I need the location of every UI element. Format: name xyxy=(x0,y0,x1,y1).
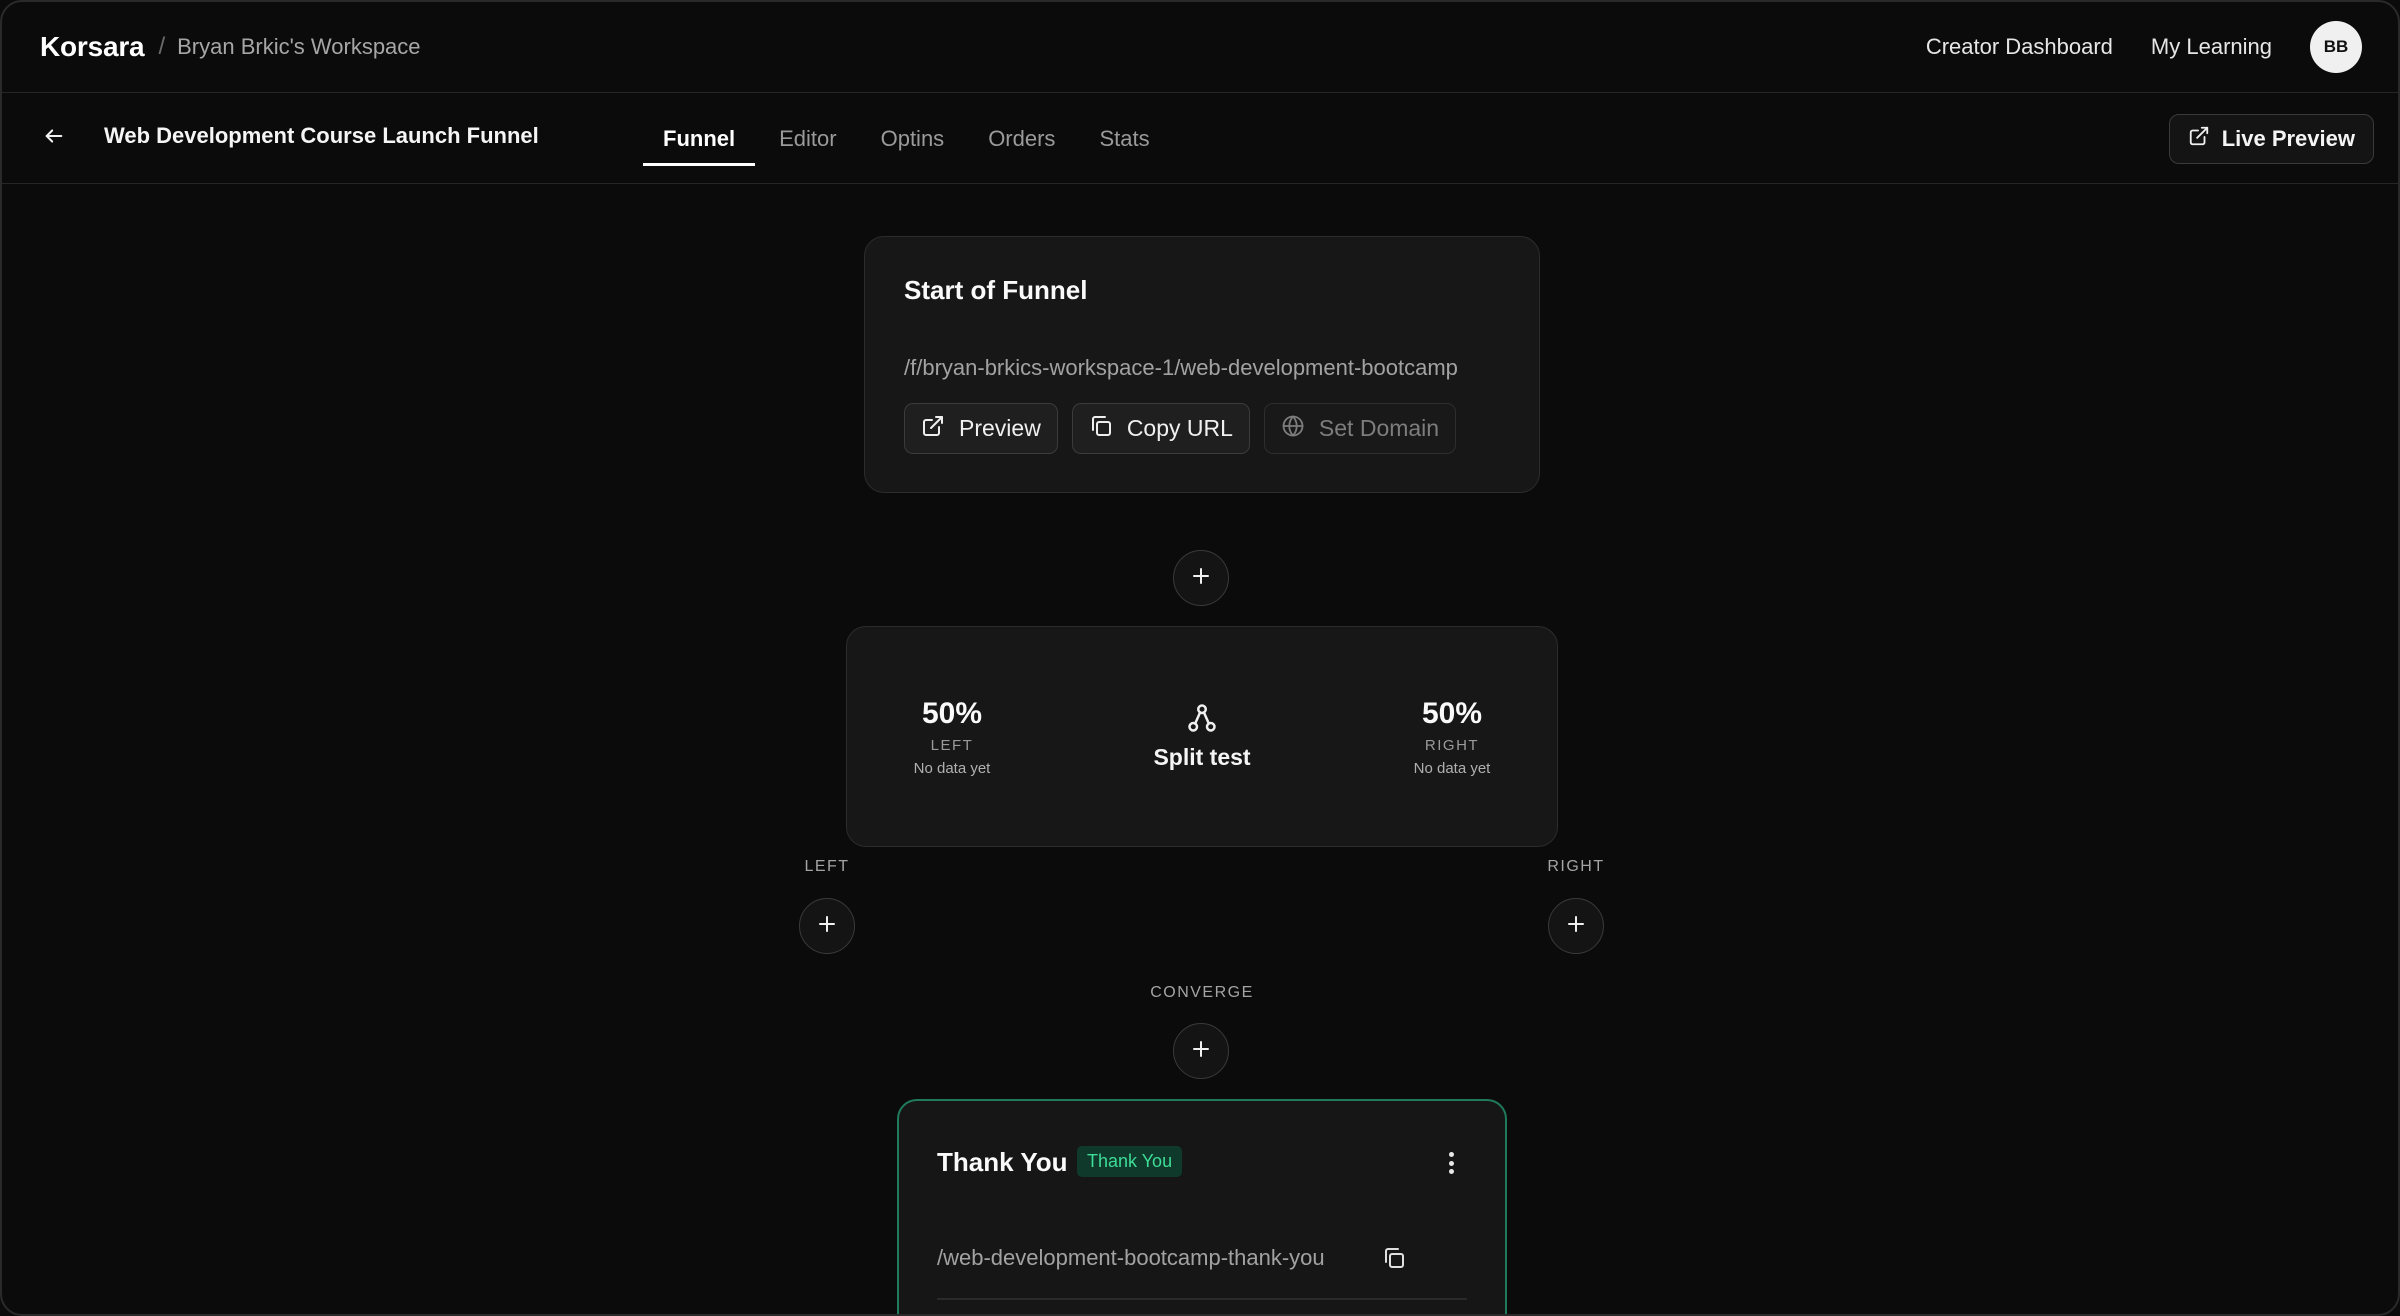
plus-icon xyxy=(1566,914,1586,939)
divider xyxy=(937,1298,1467,1300)
tab-editor[interactable]: Editor xyxy=(759,93,856,184)
preview-button[interactable]: Preview xyxy=(904,403,1058,454)
plus-icon xyxy=(817,914,837,939)
add-converge-step-button[interactable] xyxy=(1173,1023,1229,1079)
start-of-funnel-card: Start of Funnel /f/bryan-brkics-workspac… xyxy=(864,236,1540,493)
set-domain-button[interactable]: Set Domain xyxy=(1263,403,1457,454)
page-title: Web Development Course Launch Funnel xyxy=(104,123,539,148)
tab-bar: Funnel Editor Optins Orders Stats xyxy=(643,93,1174,184)
top-nav-bar: Korsara / Bryan Brkic's Workspace Creato… xyxy=(2,2,2398,93)
converge-label: CONVERGE xyxy=(1150,984,1254,1001)
split-icon xyxy=(1187,704,1217,737)
start-card-title: Start of Funnel xyxy=(904,275,1088,305)
right-branch-label: RIGHT xyxy=(1547,858,1605,875)
breadcrumb-separator: / xyxy=(158,33,166,60)
add-left-branch-step-button[interactable] xyxy=(799,898,855,954)
split-right-stats: 50% RIGHT No data yet xyxy=(1387,697,1517,777)
more-options-icon[interactable] xyxy=(1443,1149,1459,1177)
brand-logo[interactable]: Korsara xyxy=(40,31,145,63)
workspace-name[interactable]: Bryan Brkic's Workspace xyxy=(177,34,420,60)
tab-orders[interactable]: Orders xyxy=(968,93,1075,184)
globe-icon xyxy=(1281,414,1305,444)
live-preview-label: Live Preview xyxy=(2221,126,2355,151)
back-arrow-icon[interactable] xyxy=(38,120,70,152)
split-right-percent: 50% xyxy=(1421,697,1483,730)
copy-icon xyxy=(1089,414,1113,444)
split-right-label: RIGHT xyxy=(1424,737,1480,754)
copy-icon[interactable] xyxy=(1379,1243,1409,1273)
add-right-branch-step-button[interactable] xyxy=(1548,898,1604,954)
split-right-status: No data yet xyxy=(1413,760,1491,777)
page-type-badge: Thank You xyxy=(1077,1146,1183,1177)
app-window: Korsara / Bryan Brkic's Workspace Creato… xyxy=(0,0,2400,1316)
live-preview-button[interactable]: Live Preview xyxy=(2168,114,2374,164)
funnel-url: /f/bryan-brkics-workspace-1/web-developm… xyxy=(904,355,1458,380)
avatar[interactable]: BB xyxy=(2310,21,2362,73)
start-card-actions: Preview Copy URL Set Domain xyxy=(904,403,1457,454)
thank-you-url: /web-development-bootcamp-thank-you xyxy=(937,1245,1325,1270)
my-learning-link[interactable]: My Learning xyxy=(2151,34,2272,60)
set-domain-label: Set Domain xyxy=(1318,415,1440,441)
external-link-icon xyxy=(2188,125,2210,153)
thank-you-title: Thank You xyxy=(937,1147,1068,1177)
creator-dashboard-link[interactable]: Creator Dashboard xyxy=(1926,34,2113,60)
thank-you-page-card[interactable]: Thank You Thank You /web-development-boo… xyxy=(897,1099,1507,1314)
tab-funnel[interactable]: Funnel xyxy=(643,93,756,184)
plus-icon xyxy=(1191,1039,1211,1064)
copy-url-button[interactable]: Copy URL xyxy=(1071,403,1250,454)
tab-stats[interactable]: Stats xyxy=(1079,93,1169,184)
plus-icon xyxy=(1191,566,1211,591)
funnel-header: Web Development Course Launch Funnel Fun… xyxy=(2,93,2398,184)
preview-label: Preview xyxy=(959,415,1041,441)
add-step-button[interactable] xyxy=(1173,550,1229,606)
tab-optins[interactable]: Optins xyxy=(861,93,965,184)
left-branch-label: LEFT xyxy=(804,858,850,875)
split-test-card[interactable]: 50% LEFT No data yet Split test 50% RIGH… xyxy=(846,626,1558,847)
copy-url-label: Copy URL xyxy=(1126,415,1233,441)
external-link-icon xyxy=(921,414,945,444)
